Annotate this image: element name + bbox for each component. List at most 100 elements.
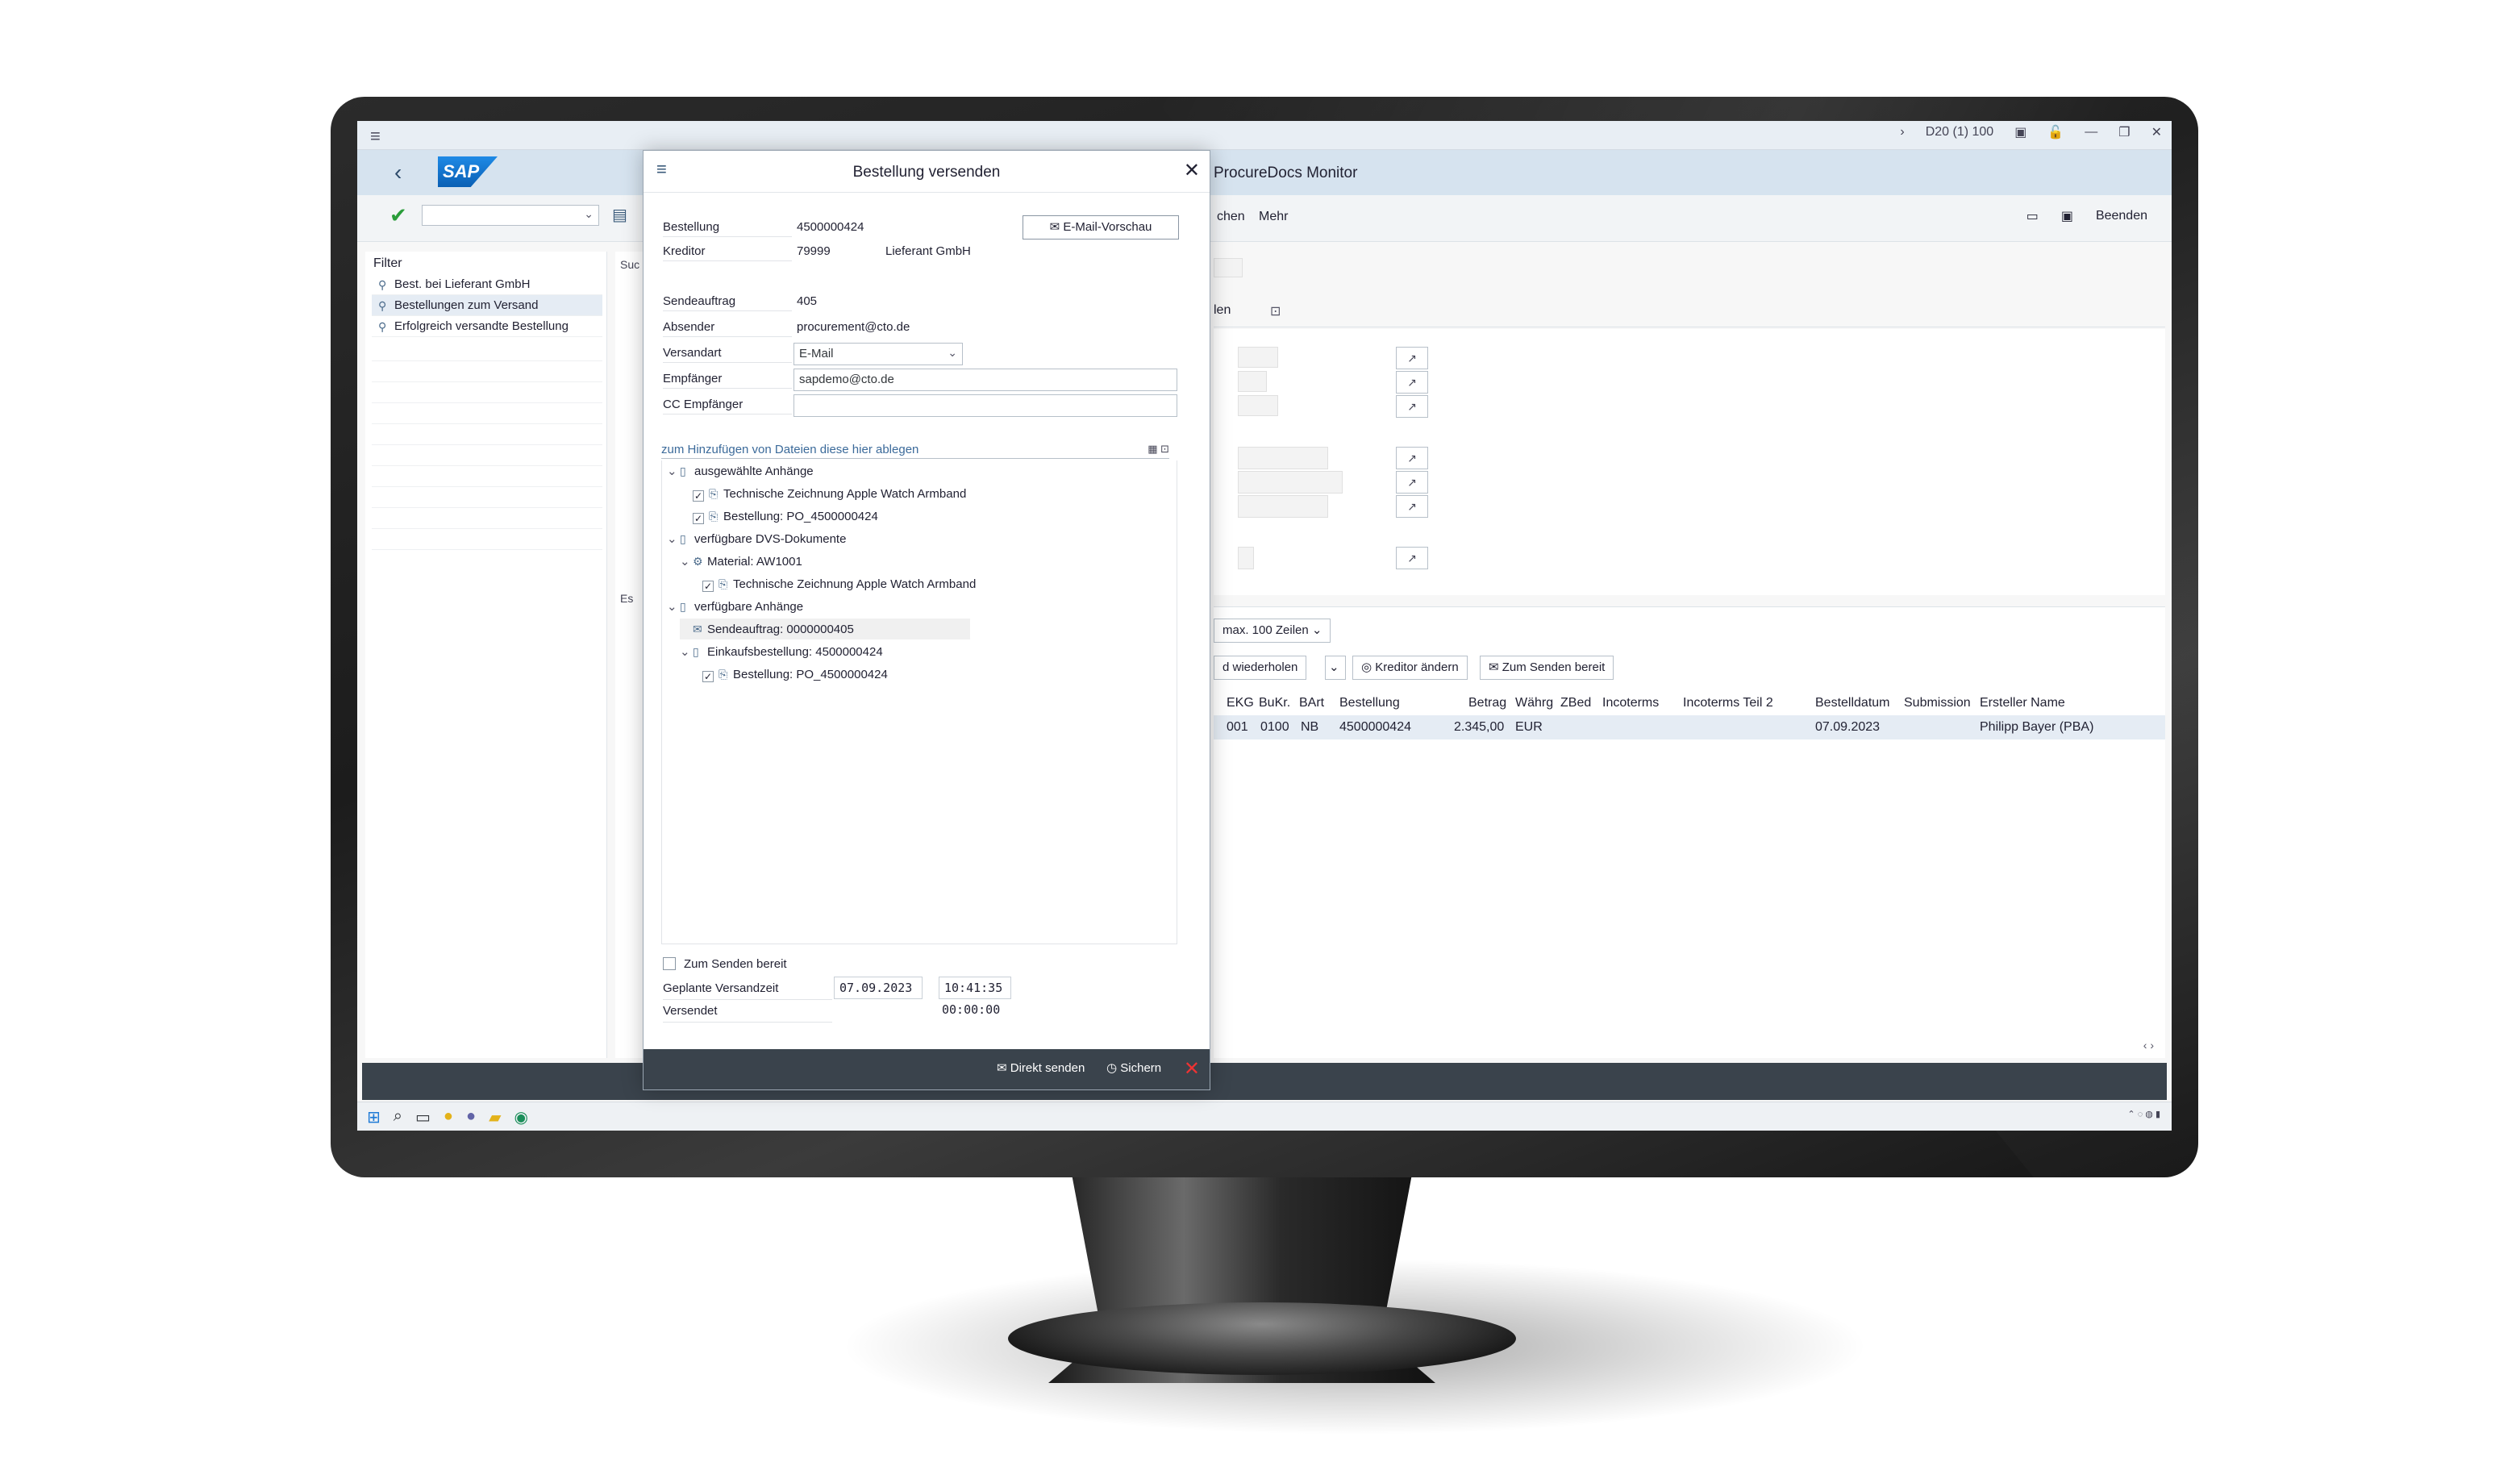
recipient-input[interactable]: sapdemo@cto.de (793, 369, 1177, 391)
attach-icon[interactable]: ▦ ⊡ (1148, 443, 1169, 456)
app-title: ProcureDocs Monitor (1214, 165, 1358, 181)
command-field[interactable]: ⌄ (422, 205, 599, 226)
exit-button[interactable]: Beenden (2096, 209, 2147, 223)
search-icon[interactable]: ⌕ (394, 1107, 402, 1127)
cc-input[interactable] (793, 394, 1177, 417)
col-header[interactable]: BArt (1299, 696, 1324, 710)
more-menu[interactable]: Mehr (1259, 210, 1288, 224)
cell: NB (1301, 720, 1319, 734)
max-rows-button[interactable]: max. 100 Zeilen ⌄ (1214, 619, 1331, 643)
filter-item[interactable]: ⚲ Bestellungen zum Versand (372, 295, 602, 316)
tree-node[interactable]: ⌄ ▯ ausgewählte Anhänge (667, 460, 814, 481)
filter-node-icon: ⚲ (378, 278, 387, 291)
table-row[interactable]: 001 0100 NB 4500000424 2.345,00 EUR 07.0… (1214, 715, 2165, 739)
status-bar (362, 1063, 2167, 1100)
planned-date-input[interactable]: 07.09.2023 (834, 977, 923, 999)
chevron-down-icon[interactable]: ⌄ (680, 552, 693, 573)
col-header[interactable]: Incoterms (1602, 696, 1659, 710)
attachment-icon: ⎘ (719, 668, 728, 681)
toolbar-search-label[interactable]: chen (1217, 210, 1245, 224)
navigate-button[interactable]: ↗ (1396, 547, 1428, 569)
minimize-icon[interactable]: — (2085, 125, 2097, 140)
planned-time-input[interactable]: 10:41:35 (939, 977, 1011, 999)
checkbox[interactable]: ✓ (693, 513, 704, 524)
tree-node[interactable]: ✓ ⎘ Bestellung: PO_4500000424 (693, 506, 878, 527)
maximize-icon[interactable]: ❐ (2118, 124, 2130, 140)
tree-node[interactable]: ✓ ⎘ Bestellung: PO_4500000424 (702, 664, 888, 685)
col-header[interactable]: Ersteller Name (1980, 696, 2065, 710)
tree-node[interactable]: ⌄ ⚙ Material: AW1001 (680, 551, 802, 572)
repeat-dropdown[interactable]: ⌄ (1325, 656, 1346, 680)
cell: EUR (1515, 720, 1543, 734)
tab-items[interactable]: len (1214, 303, 1231, 318)
tree-node[interactable]: ✓ ⎘ Technische Zeichnung Apple Watch Armba… (702, 573, 976, 594)
tree-node[interactable]: ⌄ ▯ Einkaufsbestellung: 4500000424 (680, 641, 883, 662)
chevron-down-icon[interactable]: ⌄ (667, 597, 680, 618)
task-view-icon[interactable]: ▭ (415, 1107, 431, 1127)
navigate-button[interactable]: ↗ (1396, 495, 1428, 518)
ready-send-button[interactable]: ✉ Zum Senden bereit (1480, 656, 1614, 680)
col-header[interactable]: Betrag (1468, 696, 1506, 710)
close-icon[interactable]: ✕ (1184, 159, 1200, 182)
col-header[interactable]: Währg (1515, 696, 1553, 710)
col-header[interactable]: Incoterms Teil 2 (1683, 696, 1773, 710)
menu-icon[interactable]: ≡ (370, 126, 381, 147)
close-window-icon[interactable]: ✕ (2151, 124, 2162, 140)
chevron-down-icon[interactable]: ⌄ (584, 207, 594, 221)
navigate-button[interactable]: ↗ (1396, 395, 1428, 418)
screen-icon[interactable]: ▭ (2026, 208, 2039, 224)
col-header[interactable]: Bestelldatum (1815, 696, 1890, 710)
checkbox[interactable]: ✓ (702, 581, 714, 592)
chevron-down-icon[interactable]: ⌄ (667, 461, 680, 482)
tree-node[interactable]: ⌄ ▯ verfügbare DVS-Dokumente (667, 528, 846, 549)
email-preview-button[interactable]: ✉ E-Mail-Vorschau (1023, 215, 1179, 240)
chevron-down-icon[interactable]: ⌄ (667, 529, 680, 550)
confirm-icon[interactable]: ✔ (389, 203, 407, 228)
navigate-button[interactable]: ↗ (1396, 371, 1428, 394)
change-vendor-button[interactable]: ◎ Kreditor ändern (1352, 656, 1468, 680)
chevron-down-icon[interactable]: ⌄ (680, 642, 693, 663)
scroll-arrows-icon[interactable]: ‹ › (2143, 1039, 2154, 1052)
dialog-footer: ✉ Direkt senden ◷ Sichern ✕ (644, 1049, 1210, 1089)
window-split-icon[interactable]: ▣ (2061, 208, 2073, 224)
col-header[interactable]: BuKr. (1259, 696, 1290, 710)
field-box (1238, 495, 1328, 518)
layout-icon[interactable]: ▤ (612, 205, 627, 225)
save-button[interactable]: ◷ Sichern (1106, 1060, 1161, 1075)
send-direct-button[interactable]: ✉ Direkt senden (997, 1060, 1085, 1075)
widgets-icon[interactable]: ● (444, 1107, 453, 1127)
folder-icon[interactable]: ▰ (489, 1107, 501, 1127)
filter-item[interactable]: ⚲ Erfolgreich versandte Bestellung (372, 316, 602, 337)
field-box (1238, 395, 1278, 416)
start-icon[interactable]: ⊞ (367, 1107, 381, 1127)
tab-config-icon[interactable]: ⊡ (1270, 303, 1281, 319)
checkbox[interactable]: ✓ (702, 671, 714, 682)
repeat-button[interactable]: d wiederholen (1214, 656, 1307, 680)
back-icon[interactable]: ‹ (394, 160, 402, 185)
navigate-button[interactable]: ↗ (1396, 447, 1428, 469)
method-select[interactable]: E-Mail ⌄ (793, 343, 963, 365)
ready-to-send-checkbox[interactable]: Zum Senden bereit (663, 957, 787, 971)
tree-node[interactable]: ✓ ⎘ Technische Zeichnung Apple Watch Armba… (693, 483, 966, 504)
chat-icon[interactable]: ● (466, 1107, 476, 1127)
filter-item[interactable]: ⚲ Best. bei Lieferant GmbH (372, 274, 602, 295)
col-header[interactable]: Submission (1904, 696, 1971, 710)
tree-node[interactable]: ⌄ ▯ verfügbare Anhänge (667, 596, 803, 617)
lock-icon[interactable]: 🔓 (2047, 124, 2064, 140)
file-dropzone[interactable]: zum Hinzufügen von Dateien diese hier ab… (661, 443, 1169, 459)
col-header[interactable]: ZBed (1560, 696, 1591, 710)
navigate-button[interactable]: ↗ (1396, 347, 1428, 369)
checkbox[interactable]: ✓ (693, 490, 704, 502)
navigate-button[interactable]: ↗ (1396, 471, 1428, 494)
method-label: Versandart (663, 346, 722, 360)
col-header[interactable]: Bestellung (1339, 696, 1400, 710)
field-box (1238, 547, 1254, 569)
system-tray-icon[interactable]: ⌃ ◌ ◍ ▮ (2127, 1109, 2160, 1119)
tree-node[interactable]: ✉ Sendeauftrag: 0000000405 (680, 619, 970, 639)
col-header[interactable]: EKG (1227, 696, 1254, 710)
cancel-icon[interactable]: ✕ (1184, 1057, 1200, 1081)
filter-node-icon: ⚲ (378, 320, 387, 333)
chevron-right-icon[interactable]: › (1900, 125, 1904, 140)
browser-icon[interactable]: ◉ (514, 1107, 527, 1127)
window-icon[interactable]: ▣ (2014, 124, 2026, 140)
